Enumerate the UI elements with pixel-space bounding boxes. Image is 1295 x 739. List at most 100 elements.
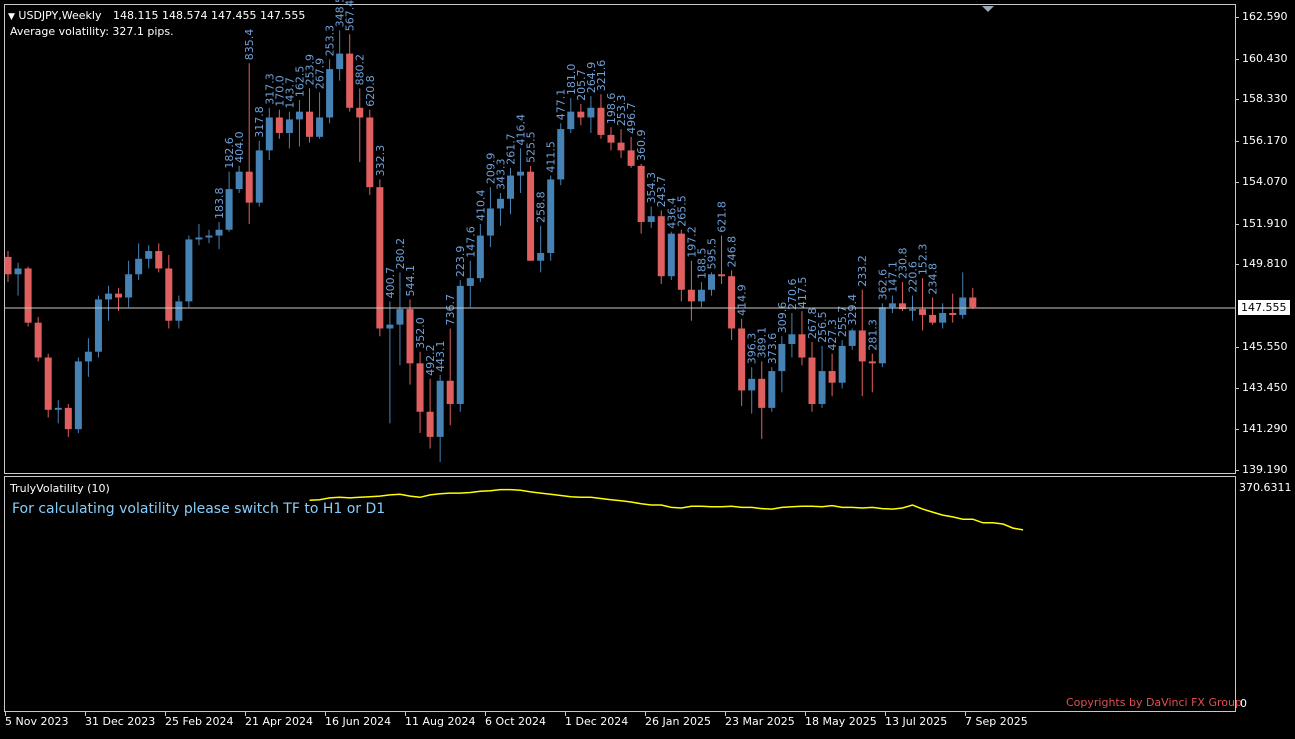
candle-body[interactable] <box>838 345 846 383</box>
candle-body[interactable] <box>275 117 283 133</box>
candle-body[interactable] <box>426 411 434 437</box>
candle-body[interactable] <box>326 69 334 118</box>
candle-body[interactable] <box>94 299 102 352</box>
candle-body[interactable] <box>587 107 595 118</box>
candle-body[interactable] <box>54 407 62 410</box>
candle-body[interactable] <box>798 334 806 358</box>
candle-body[interactable] <box>295 111 303 120</box>
candle-body[interactable] <box>145 251 153 259</box>
candle-body[interactable] <box>557 129 565 180</box>
candle-body[interactable] <box>496 198 504 209</box>
candle-body[interactable] <box>185 239 193 302</box>
candle-body[interactable] <box>547 179 555 253</box>
chart-shift-marker-icon[interactable] <box>982 6 994 12</box>
candle-body[interactable] <box>758 378 766 408</box>
candle-body[interactable] <box>687 289 695 302</box>
candle-body[interactable] <box>959 297 967 315</box>
candle-body[interactable] <box>245 171 253 203</box>
candle-body[interactable] <box>376 187 384 329</box>
candle-body[interactable] <box>14 268 22 275</box>
candle-body[interactable] <box>748 378 756 391</box>
candle-body[interactable] <box>446 380 454 404</box>
candle-body[interactable] <box>255 150 263 203</box>
candle-body[interactable] <box>667 233 675 277</box>
candle-body[interactable] <box>235 171 243 190</box>
candle-body[interactable] <box>34 322 42 358</box>
candle-body[interactable] <box>507 175 514 199</box>
candle-body[interactable] <box>577 111 585 118</box>
candle-body[interactable] <box>567 111 575 130</box>
candle-body[interactable] <box>486 208 494 236</box>
candle-body[interactable] <box>909 309 916 311</box>
candle-body[interactable] <box>44 357 52 410</box>
candle-body[interactable] <box>285 119 293 133</box>
candle-body[interactable] <box>165 268 173 321</box>
candle-body[interactable] <box>919 309 927 315</box>
candle-body[interactable] <box>265 117 273 151</box>
header-dropdown-icon[interactable]: ▼ <box>8 12 15 22</box>
candle-body[interactable] <box>828 371 836 383</box>
candle-body[interactable] <box>74 361 82 430</box>
candle-body[interactable] <box>205 235 213 238</box>
candle-body[interactable] <box>225 189 233 230</box>
candle-body[interactable] <box>708 274 715 290</box>
candle-body[interactable] <box>949 312 957 315</box>
candle-body[interactable] <box>466 278 474 286</box>
candle-body[interactable] <box>416 363 424 412</box>
candle-body[interactable] <box>155 251 163 269</box>
candle-body[interactable] <box>718 274 726 277</box>
candle-body[interactable] <box>888 303 896 308</box>
candle-body[interactable] <box>808 357 816 404</box>
candle-body[interactable] <box>406 309 414 364</box>
candle-body[interactable] <box>125 274 133 298</box>
candle-body[interactable] <box>697 289 705 302</box>
candle-body[interactable] <box>386 324 394 329</box>
candle-body[interactable] <box>346 53 354 108</box>
candle-body[interactable] <box>788 334 796 344</box>
candle-body[interactable] <box>607 134 615 143</box>
candle-body[interactable] <box>637 165 645 223</box>
candle-body[interactable] <box>768 371 776 408</box>
candle-body[interactable] <box>537 252 545 261</box>
chart-window[interactable]: 183.8 182.6 404.0 835.4 317.8 317.3 170.0 143.7… <box>0 0 1295 739</box>
candle-body[interactable] <box>929 314 937 323</box>
candle-body[interactable] <box>336 53 344 70</box>
candle-body[interactable] <box>728 276 736 329</box>
candle-body[interactable] <box>878 307 886 364</box>
candle-body[interactable] <box>476 235 484 279</box>
candle-body[interactable] <box>517 171 525 176</box>
candle-body[interactable] <box>677 233 685 290</box>
candle-body[interactable] <box>175 301 183 321</box>
candle-body[interactable] <box>115 293 123 298</box>
candle-body[interactable] <box>456 285 464 404</box>
candle-body[interactable] <box>84 351 92 362</box>
candle-body[interactable] <box>647 216 655 223</box>
candlestick-chart[interactable]: 183.8182.6404.0835.4317.8317.3170.0143.7… <box>0 0 1295 739</box>
candle-body[interactable] <box>366 117 374 188</box>
candle-body[interactable] <box>818 371 826 404</box>
candle-body[interactable] <box>436 380 444 437</box>
candle-body[interactable] <box>848 330 856 346</box>
candle-body[interactable] <box>858 330 866 362</box>
candle-body[interactable] <box>135 258 143 275</box>
candle-body[interactable] <box>969 297 977 308</box>
candle-body[interactable] <box>657 216 665 277</box>
candle-body[interactable] <box>105 293 112 300</box>
candle-body[interactable] <box>4 256 12 275</box>
candle-body[interactable] <box>306 111 313 137</box>
candle-body[interactable] <box>24 268 32 323</box>
candle-body[interactable] <box>617 142 625 151</box>
candle-body[interactable] <box>195 237 203 240</box>
candle-body[interactable] <box>939 312 947 323</box>
candle-body[interactable] <box>527 171 535 261</box>
candle-body[interactable] <box>356 107 364 118</box>
candle-body[interactable] <box>316 117 324 137</box>
candle-body[interactable] <box>627 150 635 166</box>
candle-body[interactable] <box>778 343 786 372</box>
candle-body[interactable] <box>738 328 746 391</box>
candle-body[interactable] <box>868 361 876 364</box>
candle-body[interactable] <box>597 107 605 135</box>
candle-body[interactable] <box>396 309 404 325</box>
candle-body[interactable] <box>215 229 223 236</box>
candle-body[interactable] <box>64 407 72 430</box>
